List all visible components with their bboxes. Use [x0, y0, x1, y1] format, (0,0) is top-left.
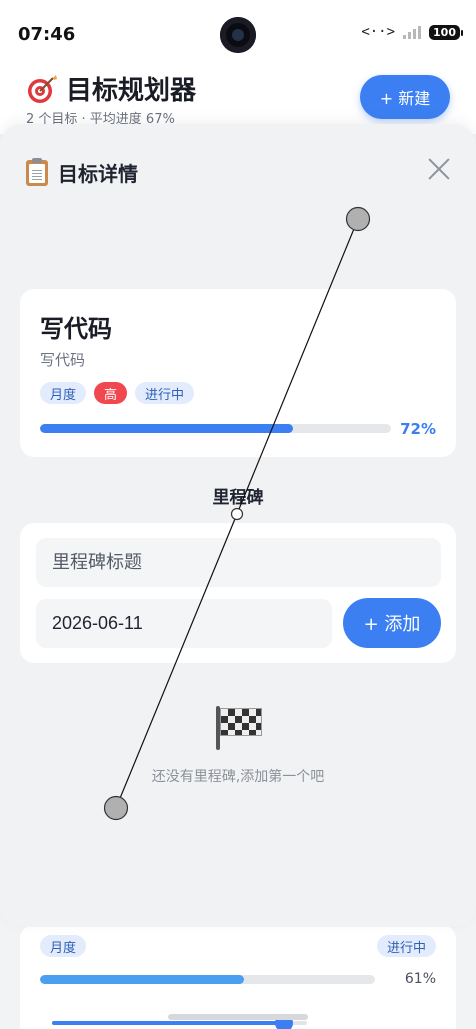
clipboard-icon — [26, 157, 48, 186]
progress-slider[interactable] — [52, 1014, 307, 1029]
status-time: 07:46 — [18, 24, 76, 45]
goal-detail-modal: 目标详情 写代码 写代码 月度 高 进行中 72% 里程碑 + 添加 还没有里程… — [0, 124, 476, 927]
status-tag: 进行中 — [376, 935, 436, 957]
battery-icon: 100 — [429, 24, 463, 40]
goal-progress-label: 61% — [404, 971, 436, 987]
home-indicator — [168, 1014, 308, 1020]
goal-progress-label: 72% — [400, 420, 436, 438]
goal-tags: 月度 高 进行中 — [40, 382, 195, 404]
empty-state-text: 还没有里程碑,添加第一个吧 — [151, 769, 325, 785]
goal-summary-card: 写代码 写代码 月度 高 进行中 72% — [20, 289, 456, 457]
app-title-row: 目标规划器 — [26, 70, 196, 107]
period-tag: 月度 — [40, 935, 87, 957]
target-dart-icon — [26, 73, 58, 105]
status-bar: 07:46 <··> 100 — [0, 0, 476, 64]
checkered-flag-icon — [212, 704, 264, 752]
period-tag: 月度 — [40, 382, 87, 404]
goal-description: 写代码 — [40, 351, 86, 369]
milestone-title-input[interactable] — [36, 538, 441, 587]
cellular-signal-icon — [403, 25, 422, 39]
goal-progress-bar — [40, 424, 391, 433]
goal-progress-fill — [40, 975, 245, 984]
add-milestone-button[interactable]: + 添加 — [343, 598, 441, 648]
milestone-date-input[interactable] — [36, 599, 332, 648]
milestones-empty-state: 还没有里程碑,添加第一个吧 — [0, 704, 476, 786]
new-goal-button[interactable]: + 新建 — [360, 75, 450, 119]
status-tag: 进行中 — [135, 382, 195, 404]
goal-title: 写代码 — [40, 315, 112, 343]
progress-slider-fill — [52, 1021, 285, 1025]
goal-progress-bar — [40, 975, 375, 984]
front-camera — [220, 17, 256, 53]
modal-title: 目标详情 — [58, 162, 138, 186]
goal-progress-fill — [40, 424, 293, 433]
milestone-form: + 添加 — [20, 523, 456, 663]
priority-tag: 高 — [94, 382, 128, 404]
app-title: 目标规划器 — [66, 76, 197, 106]
network-activity-icon: <··> — [361, 24, 396, 40]
close-icon[interactable] — [428, 158, 450, 180]
modal-title-row: 目标详情 — [26, 157, 138, 187]
milestones-heading: 里程碑 — [212, 488, 264, 508]
status-icons: <··> 100 — [361, 24, 463, 40]
